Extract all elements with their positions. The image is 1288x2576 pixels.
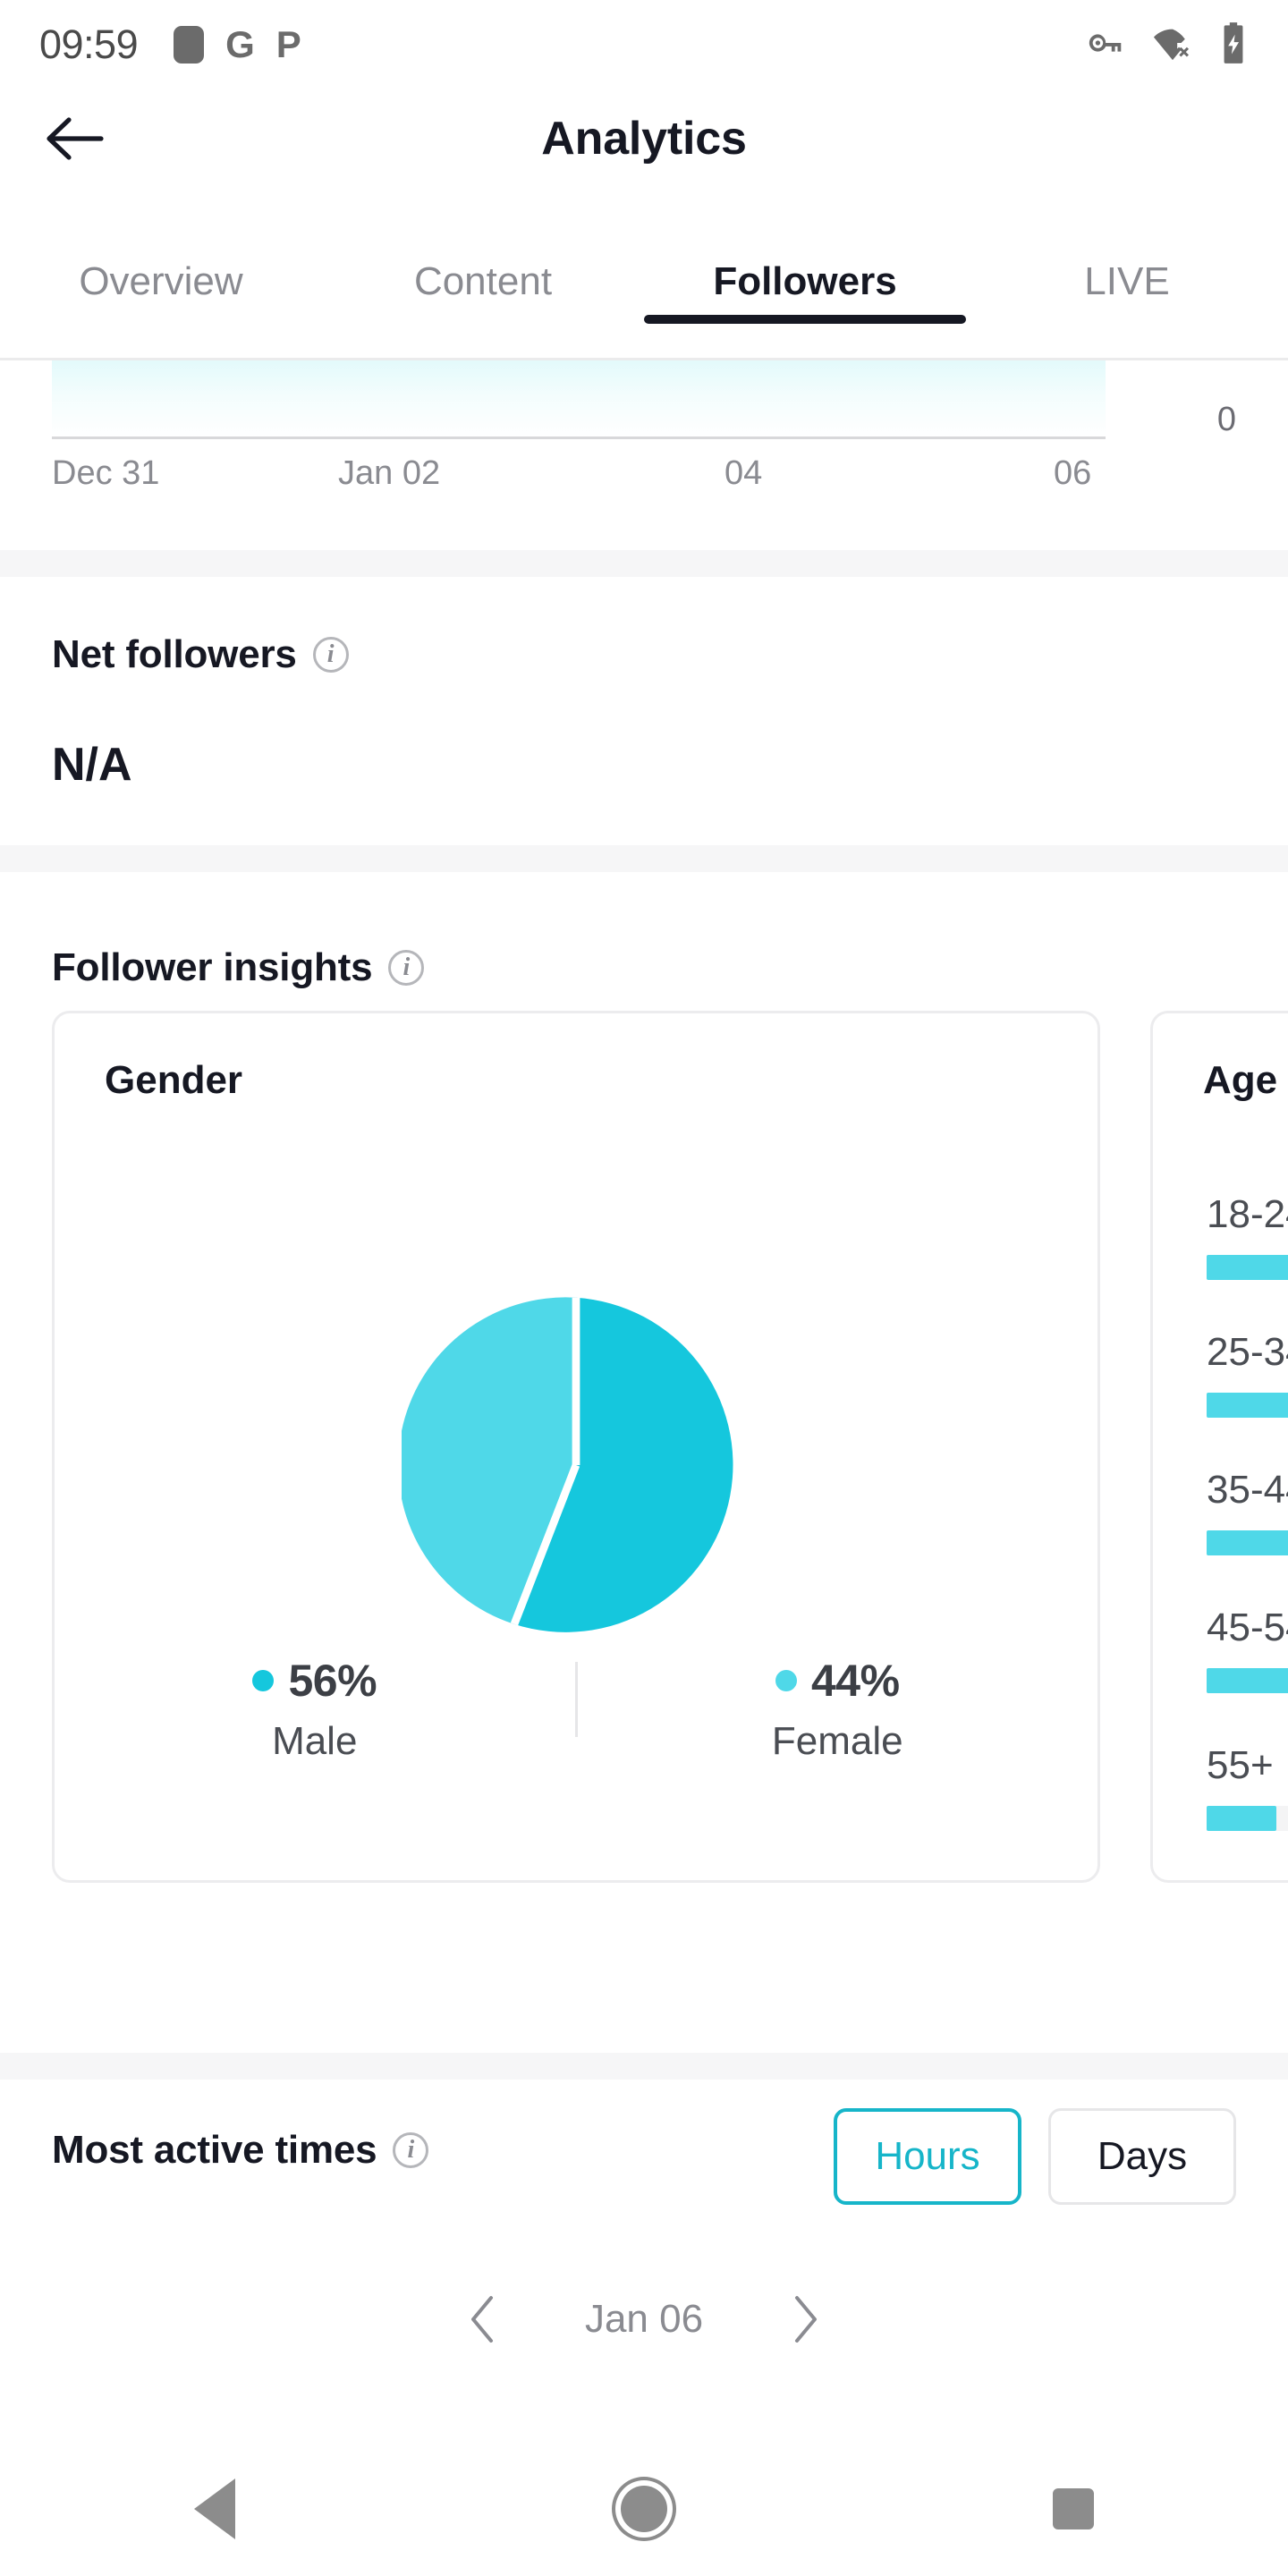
chart-area-fill xyxy=(52,360,1106,436)
age-bar-fill xyxy=(1207,1668,1288,1693)
age-row: 25-34 xyxy=(1207,1330,1288,1418)
age-row-label: 18-24 xyxy=(1207,1192,1288,1236)
date-nav-label: Jan 06 xyxy=(584,2297,704,2341)
age-row: 18-24 xyxy=(1207,1192,1288,1280)
net-followers-title: Net followers xyxy=(52,632,297,676)
status-system-icons xyxy=(1086,21,1249,70)
age-row-label: 25-34 xyxy=(1207,1330,1288,1374)
net-followers-header: Net followers i xyxy=(52,632,349,677)
follower-insights-title: Follower insights xyxy=(52,945,373,989)
date-navigator: Jan 06 xyxy=(0,2275,1288,2364)
most-active-times-section: Most active times i Hours Days Jan 06 xyxy=(0,2080,1288,2442)
age-bar-track xyxy=(1207,1668,1288,1693)
page-title: Analytics xyxy=(541,113,747,165)
gender-insight-card: Gender 56% Male 44% Female xyxy=(52,1011,1100,1883)
info-icon[interactable]: i xyxy=(312,637,349,673)
age-row: 55+ xyxy=(1207,1743,1288,1831)
age-row-label: 45-54 xyxy=(1207,1606,1288,1649)
p-app-icon: P xyxy=(275,23,301,65)
vpn-key-icon xyxy=(1086,22,1127,68)
chart-baseline xyxy=(52,436,1106,439)
back-arrow-icon[interactable] xyxy=(43,106,107,171)
gender-pie-chart xyxy=(398,1291,750,1640)
status-clock: 09:59 xyxy=(39,21,139,67)
analytics-tab-bar: Overview Content Followers LIVE xyxy=(0,250,1288,358)
section-divider xyxy=(0,2053,1288,2080)
toggle-days-button[interactable]: Days xyxy=(1048,2108,1236,2205)
age-bar-track xyxy=(1207,1530,1288,1555)
legend-dot-male xyxy=(252,1670,275,1691)
age-row-label: 55+ xyxy=(1207,1743,1274,1787)
most-active-times-header: Most active times i xyxy=(52,2128,429,2173)
tab-overview[interactable]: Overview xyxy=(0,250,322,304)
chart-x-axis-labels: Dec 31 Jan 02 04 06 xyxy=(0,454,1106,508)
time-granularity-toggle[interactable]: Hours Days xyxy=(834,2108,1236,2205)
legend-percent-male: 56% xyxy=(288,1656,377,1706)
chart-x-tick: 06 xyxy=(1054,454,1092,492)
legend-dot-female xyxy=(775,1670,797,1691)
info-icon[interactable]: i xyxy=(388,950,425,986)
legend-item-male: 56% Male xyxy=(55,1655,575,1764)
net-followers-value: N/A xyxy=(52,739,132,791)
chevron-left-icon[interactable] xyxy=(434,2294,532,2344)
status-notification-icons: G P xyxy=(174,26,301,64)
follower-insights-section: Follower insights i Gender 56% Male 44% … xyxy=(0,872,1288,2053)
follower-count-chart: Dec 31 Jan 02 04 06 0 xyxy=(0,360,1288,550)
most-active-times-title: Most active times xyxy=(52,2128,377,2172)
follower-insights-header: Follower insights i xyxy=(52,945,425,990)
age-bar-track xyxy=(1207,1255,1288,1280)
age-bar-track xyxy=(1207,1806,1288,1831)
age-insight-card: Age 18-24 25-34 3 xyxy=(1150,1011,1288,1883)
square-app-icon xyxy=(174,26,205,64)
chart-x-tick: Jan 02 xyxy=(338,454,441,492)
section-divider xyxy=(0,845,1288,872)
nav-back-icon[interactable] xyxy=(0,2479,429,2539)
android-navigation-bar xyxy=(0,2442,1288,2576)
insight-cards-row[interactable]: Gender 56% Male 44% Female Age 18-2 25-3… xyxy=(52,1011,1288,1883)
info-icon[interactable]: i xyxy=(393,2132,429,2168)
google-icon: G xyxy=(225,23,255,65)
age-bar-fill xyxy=(1207,1393,1288,1418)
nav-home-icon[interactable] xyxy=(429,2486,859,2532)
age-bar-track xyxy=(1207,1393,1288,1418)
battery-charging-icon xyxy=(1218,21,1249,70)
age-bar-fill xyxy=(1207,1530,1288,1555)
chart-y-value: 0 xyxy=(1216,401,1236,438)
status-bar: 09:59 G P xyxy=(0,0,1288,89)
app-header: Analytics xyxy=(0,89,1288,188)
analytics-screen: 09:59 G P Analytics Overview Content Fol… xyxy=(0,0,1288,2576)
chevron-right-icon[interactable] xyxy=(756,2294,854,2344)
age-bar-fill xyxy=(1207,1806,1277,1831)
nav-recents-icon[interactable] xyxy=(859,2488,1288,2529)
chart-x-tick: Dec 31 xyxy=(52,454,160,492)
age-row-label: 35-44 xyxy=(1207,1468,1288,1512)
toggle-hours-button[interactable]: Hours xyxy=(834,2108,1021,2205)
legend-item-female: 44% Female xyxy=(578,1655,1098,1764)
gender-pie-svg xyxy=(398,1297,733,1632)
age-bar-chart: 18-24 25-34 35-44 xyxy=(1207,1192,1288,1881)
legend-percent-female: 44% xyxy=(810,1656,900,1706)
legend-label-female: Female xyxy=(771,1719,903,1763)
legend-label-male: Male xyxy=(272,1719,358,1763)
gender-card-title: Gender xyxy=(105,1058,243,1102)
chart-x-tick: 04 xyxy=(724,454,763,492)
age-bar-fill xyxy=(1207,1255,1288,1280)
wifi-off-icon xyxy=(1150,22,1195,68)
tab-followers[interactable]: Followers xyxy=(644,250,966,304)
gender-legend: 56% Male 44% Female xyxy=(55,1655,1097,1764)
age-card-title: Age xyxy=(1203,1058,1278,1102)
net-followers-section: Net followers i N/A xyxy=(0,577,1288,845)
section-divider xyxy=(0,550,1288,577)
tab-live[interactable]: LIVE xyxy=(966,250,1288,304)
age-row: 35-44 xyxy=(1207,1468,1288,1555)
tab-content[interactable]: Content xyxy=(322,250,644,304)
age-row: 45-54 xyxy=(1207,1606,1288,1693)
